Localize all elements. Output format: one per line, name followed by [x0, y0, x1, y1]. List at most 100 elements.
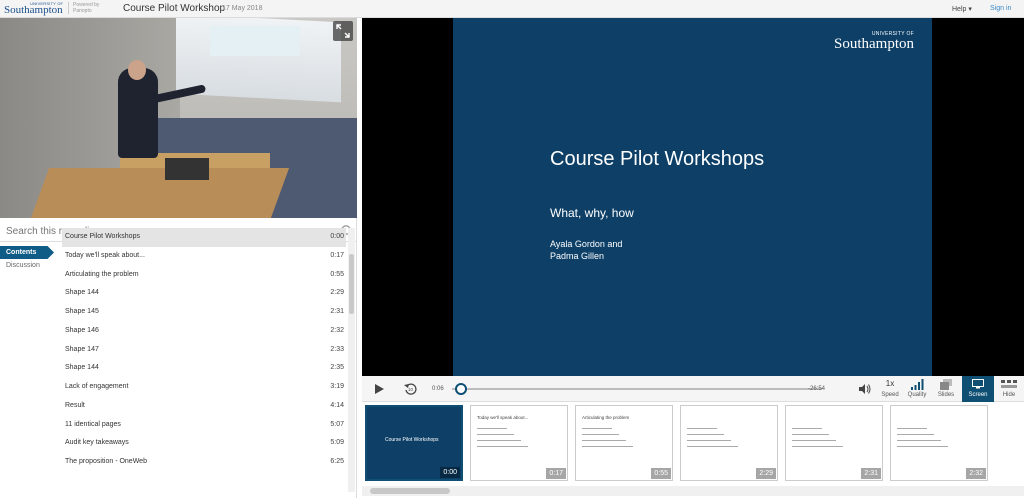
remaining-time: -26:54 — [808, 386, 826, 392]
thumbnail-text-line — [582, 434, 619, 435]
contents-item-time: 2:33 — [330, 345, 344, 353]
svg-text:10: 10 — [408, 387, 414, 392]
quality-label: Quality — [907, 392, 927, 398]
contents-item-title: Shape 144 — [65, 289, 99, 297]
thumbnail-text-line — [792, 428, 822, 429]
contents-item-time: 3:19 — [330, 383, 344, 390]
contents-scrollbar[interactable] — [348, 228, 355, 492]
thumbnail-time: 0:17 — [546, 468, 566, 479]
tab-discussion[interactable]: Discussion — [0, 259, 60, 272]
progress-track[interactable] — [452, 388, 822, 390]
slide: UNIVERSITY OF Southampton Course Pilot W… — [453, 18, 932, 376]
contents-item-title: Lack of engagement — [65, 383, 129, 390]
rewind-10-icon[interactable]: 10 — [404, 382, 417, 395]
top-bar: UNIVERSITY OF Southampton Powered by Pan… — [0, 0, 1024, 18]
thumbnail-text-line — [477, 440, 521, 441]
progress-knob[interactable] — [455, 383, 468, 395]
speed-label: Speed — [881, 392, 899, 398]
slide-thumbnail[interactable]: Articulating the problem 0:55 — [575, 405, 673, 481]
contents-item[interactable]: Lack of engagement 3:19 — [62, 378, 346, 397]
thumbnail-text-line — [897, 440, 941, 441]
contents-item[interactable]: Shape 144 2:29 — [62, 284, 346, 303]
slide-author-line: Padma Gillen — [550, 251, 605, 261]
thumbnail-text-line — [897, 428, 927, 429]
thumbnail-text-line — [687, 440, 731, 441]
contents-item[interactable]: Shape 145 2:31 — [62, 303, 346, 322]
slide-title: Course Pilot Workshops — [550, 148, 765, 170]
scrollbar-thumb[interactable] — [349, 254, 354, 314]
contents-item-time: 5:09 — [330, 439, 344, 447]
contents-list: Course Pilot Workshops 0:00 Today we'll sp… — [62, 228, 346, 478]
help-menu[interactable]: Help ▾ — [952, 5, 972, 13]
thumbnail-scrollbar[interactable] — [362, 486, 1024, 496]
contents-item-title: 11 identical pages — [65, 420, 121, 428]
contents-item[interactable]: Shape 144 2:35 — [62, 359, 346, 378]
hide-icon[interactable] — [1001, 380, 1017, 388]
thumbnail-time: 2:29 — [756, 468, 776, 479]
recording-date: 17 May 2018 — [222, 5, 263, 12]
quality-icon[interactable] — [910, 379, 924, 390]
hide-label: Hide — [1002, 392, 1016, 398]
camera-video[interactable] — [0, 18, 357, 218]
contents-item[interactable]: Shape 147 2:33 — [62, 341, 346, 360]
contents-item-time: 6:25 — [330, 458, 344, 465]
slide-thumbnail[interactable]: 2:31 — [785, 405, 883, 481]
screen-label: Screen — [968, 392, 988, 398]
thumbnail-time: 0:00 — [440, 467, 460, 478]
contents-item-time: 2:35 — [330, 364, 344, 372]
contents-item[interactable]: Shape 146 2:32 — [62, 322, 346, 341]
thumbnail-text-line — [792, 434, 829, 435]
contents-item-title: Shape 144 — [65, 364, 99, 372]
university-logo[interactable]: UNIVERSITY OF Southampton — [4, 1, 64, 17]
contents-item[interactable]: The proposition - OneWeb 6:25 — [62, 453, 346, 472]
slide-author-line: Ayala Gordon and — [550, 239, 623, 249]
contents-item[interactable]: Today we'll speak about... 0:17 — [62, 247, 346, 266]
slides-icon[interactable] — [940, 379, 952, 390]
screen-video[interactable]: UNIVERSITY OF Southampton Course Pilot W… — [362, 18, 1024, 376]
thumbnail-text-line — [477, 434, 514, 435]
thumbnail-text-line — [687, 446, 738, 447]
thumbnail-text-line — [582, 428, 612, 429]
sign-in-link[interactable]: Sign in — [990, 5, 1011, 12]
help-label: Help — [952, 6, 967, 13]
thumbnail-text-line — [582, 446, 633, 447]
powered-by-brand: Panopto — [73, 8, 92, 14]
screen-button[interactable]: Screen — [962, 376, 994, 402]
monitor-icon — [972, 379, 984, 389]
thumbnail-time: 0:55 — [651, 468, 671, 479]
contents-item-title: The proposition - OneWeb — [65, 458, 147, 465]
thumbnail-strip: Course Pilot Workshops 0:00 Today we'll sp… — [362, 402, 1024, 486]
speed-value[interactable]: 1x — [880, 379, 900, 388]
recording-title: Course Pilot Workshop — [123, 3, 226, 14]
contents-item-title: Audit key takeaways — [65, 439, 129, 447]
caret-down-icon: ▾ — [968, 6, 972, 13]
slide-thumbnail[interactable]: 2:32 — [890, 405, 988, 481]
expand-icon[interactable] — [333, 21, 353, 41]
contents-item-time: 0:55 — [330, 270, 344, 278]
contents-item-time: 2:29 — [330, 289, 344, 297]
slide-thumbnail[interactable]: Today we'll speak about... 0:17 — [470, 405, 568, 481]
contents-item[interactable]: Audit key takeaways 5:09 — [62, 434, 346, 453]
slide-thumbnail[interactable]: 2:29 — [680, 405, 778, 481]
tab-contents[interactable]: Contents — [0, 246, 54, 259]
slide-thumbnail[interactable]: Course Pilot Workshops 0:00 — [365, 405, 463, 481]
contents-item[interactable]: Result 4:14 — [62, 397, 346, 416]
scrollbar-thumb[interactable] — [370, 488, 450, 494]
volume-icon[interactable] — [858, 383, 871, 395]
thumbnail-title: Articulating the problem — [582, 415, 630, 420]
contents-item[interactable]: Articulating the problem 0:55 — [62, 266, 346, 285]
thumbnail-text-line — [687, 428, 717, 429]
thumbnail-text-line — [687, 434, 724, 435]
play-icon[interactable] — [374, 383, 385, 395]
contents-item-time: 4:14 — [330, 401, 344, 409]
powered-by: Powered by Panopto — [68, 2, 108, 14]
contents-item-title: Shape 147 — [65, 345, 99, 353]
contents-item-time: 2:31 — [330, 308, 344, 315]
contents-item-time: 0:17 — [330, 251, 344, 259]
contents-item[interactable]: 11 identical pages 5:07 — [62, 416, 346, 435]
contents-item[interactable]: Course Pilot Workshops 0:00 — [62, 228, 346, 247]
contents-item-title: Today we'll speak about... — [65, 251, 145, 259]
contents-item-time: 5:07 — [330, 420, 344, 428]
thumbnail-text-line — [477, 428, 507, 429]
slide-authors: Ayala Gordon and Padma Gillen — [550, 238, 750, 262]
